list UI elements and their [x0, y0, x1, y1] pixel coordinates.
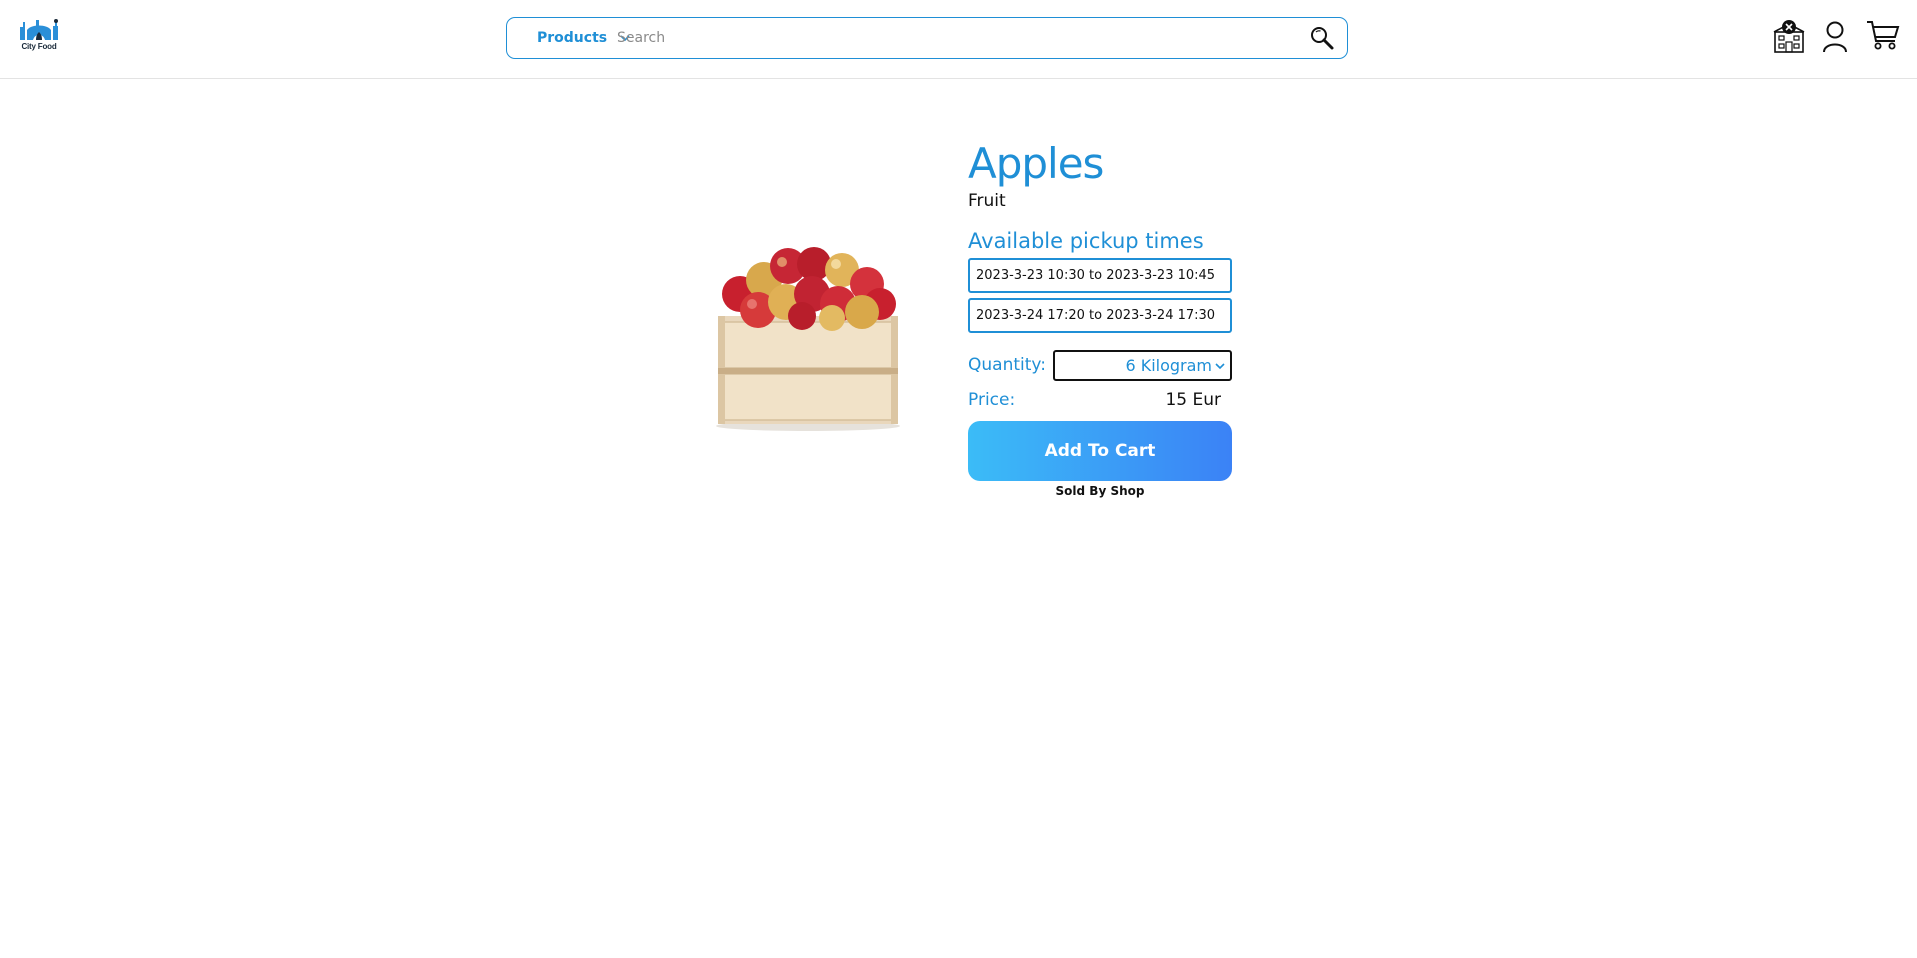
product-title: Apples [968, 139, 1104, 188]
quantity-value: 6 Kilogram [1125, 356, 1212, 375]
top-header: City Food Products [0, 0, 1917, 79]
city-food-logo[interactable]: City Food [17, 18, 61, 54]
logo-text: City Food [21, 42, 57, 51]
user-icon[interactable] [1822, 20, 1848, 54]
search-input[interactable] [617, 24, 1267, 51]
pickup-time-option[interactable]: 2023-3-23 10:30 to 2023-3-23 10:45 [968, 258, 1232, 293]
quantity-select[interactable]: 6 Kilogram [1053, 350, 1232, 381]
price-value: 15 Eur [1165, 390, 1221, 410]
price-label: Price: [968, 390, 1016, 410]
search-bar: Products [506, 17, 1348, 59]
logo-skyline-icon [20, 19, 58, 40]
search-icon[interactable] [1309, 25, 1335, 51]
product-image [716, 247, 900, 431]
price-row: Price: 15 Eur [968, 388, 1233, 414]
sold-by-link[interactable]: Sold By Shop [968, 484, 1232, 498]
quantity-row: Quantity: 6 Kilogram [968, 350, 1233, 384]
pickup-times-heading: Available pickup times [968, 229, 1204, 253]
product-details: Apples Fruit Available pickup times 2023… [968, 138, 1233, 498]
shop-icon[interactable] [1772, 18, 1806, 54]
add-to-cart-button[interactable]: Add To Cart [968, 421, 1232, 481]
pickup-time-option[interactable]: 2023-3-24 17:20 to 2023-3-24 17:30 [968, 298, 1232, 333]
category-select-label: Products [537, 29, 608, 46]
quantity-label: Quantity: [968, 355, 1046, 375]
product-category: Fruit [968, 191, 1006, 211]
chevron-down-icon [1215, 362, 1225, 369]
cart-icon[interactable] [1866, 18, 1900, 52]
